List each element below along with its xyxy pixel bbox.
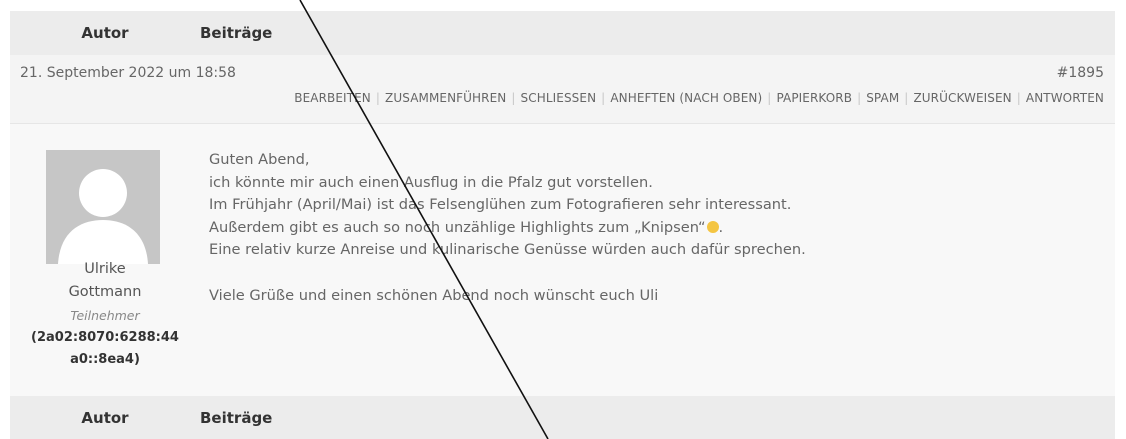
author-column-footer: Autor xyxy=(81,408,129,427)
author-info: Ulrike Gottmann Teilnehmer (2a02:8070:62… xyxy=(10,258,200,370)
separator: | xyxy=(857,91,862,105)
separator: | xyxy=(375,91,381,105)
separator: | xyxy=(904,91,909,105)
post-line: Im Frühjahr (April/Mai) ist das Felsengl… xyxy=(209,196,792,213)
reply-link[interactable]: ANTWORTEN xyxy=(1026,91,1104,105)
post-line-end: . xyxy=(718,218,724,236)
table-header: Autor Beiträge xyxy=(10,11,1115,55)
author-ip-line1: (2a02:8070:6288:44 xyxy=(31,330,179,345)
post-line: ich könnte mir auch einen Ausflug in die… xyxy=(209,173,653,191)
post-id-link[interactable]: #1895 xyxy=(1057,65,1104,81)
merge-link[interactable]: ZUSAMMENFÜHREN xyxy=(385,91,506,105)
edit-link[interactable]: BEARBEITEN xyxy=(294,91,371,105)
separator: | xyxy=(601,91,606,105)
author-name-line1[interactable]: Ulrike xyxy=(10,258,200,281)
table-footer: Autor Beiträge xyxy=(10,396,1115,439)
post-content: Guten Abend, ich könnte mir auch einen A… xyxy=(209,149,1099,307)
reject-link[interactable]: ZURÜCKWEISEN xyxy=(913,91,1011,105)
grinning-sweat-emoji-icon xyxy=(706,220,719,233)
post-line: Eine relativ kurze Anreise und kulinaris… xyxy=(209,241,806,258)
author-name-line2[interactable]: Gottmann xyxy=(10,281,200,304)
post-line: Guten Abend, xyxy=(209,151,310,168)
author-ip-line2: a0::8ea4) xyxy=(70,352,140,367)
author-role: Teilnehmer xyxy=(70,308,140,323)
posts-column-header: Beiträge xyxy=(200,24,273,42)
default-avatar-icon[interactable] xyxy=(46,150,160,264)
separator: | xyxy=(511,91,516,105)
trash-link[interactable]: PAPIERKORB xyxy=(776,91,852,105)
author-column-header: Autor xyxy=(81,24,129,42)
spam-link[interactable]: SPAM xyxy=(866,91,899,105)
separator: | xyxy=(767,91,772,105)
post-line-text: Außerdem gibt es auch so noch unzählige … xyxy=(209,218,706,236)
post-line-with-emoji: Außerdem gibt es auch so noch unzählige … xyxy=(209,217,1099,240)
post-meta-row: 21. September 2022 um 18:58 #1895 BEARBE… xyxy=(10,55,1115,124)
post-body: Ulrike Gottmann Teilnehmer (2a02:8070:62… xyxy=(10,124,1115,396)
stick-link[interactable]: ANHEFTEN (NACH OBEN) xyxy=(610,91,762,105)
post-closing: Viele Grüße und einen schönen Abend noch… xyxy=(209,286,659,304)
posts-column-footer: Beiträge xyxy=(200,408,273,427)
post-admin-actions: BEARBEITEN | ZUSAMMENFÜHREN | SCHLIESSEN | … xyxy=(294,91,1104,105)
separator: | xyxy=(1016,91,1021,105)
post-date: 21. September 2022 um 18:58 xyxy=(20,65,236,81)
close-link[interactable]: SCHLIESSEN xyxy=(521,91,597,105)
